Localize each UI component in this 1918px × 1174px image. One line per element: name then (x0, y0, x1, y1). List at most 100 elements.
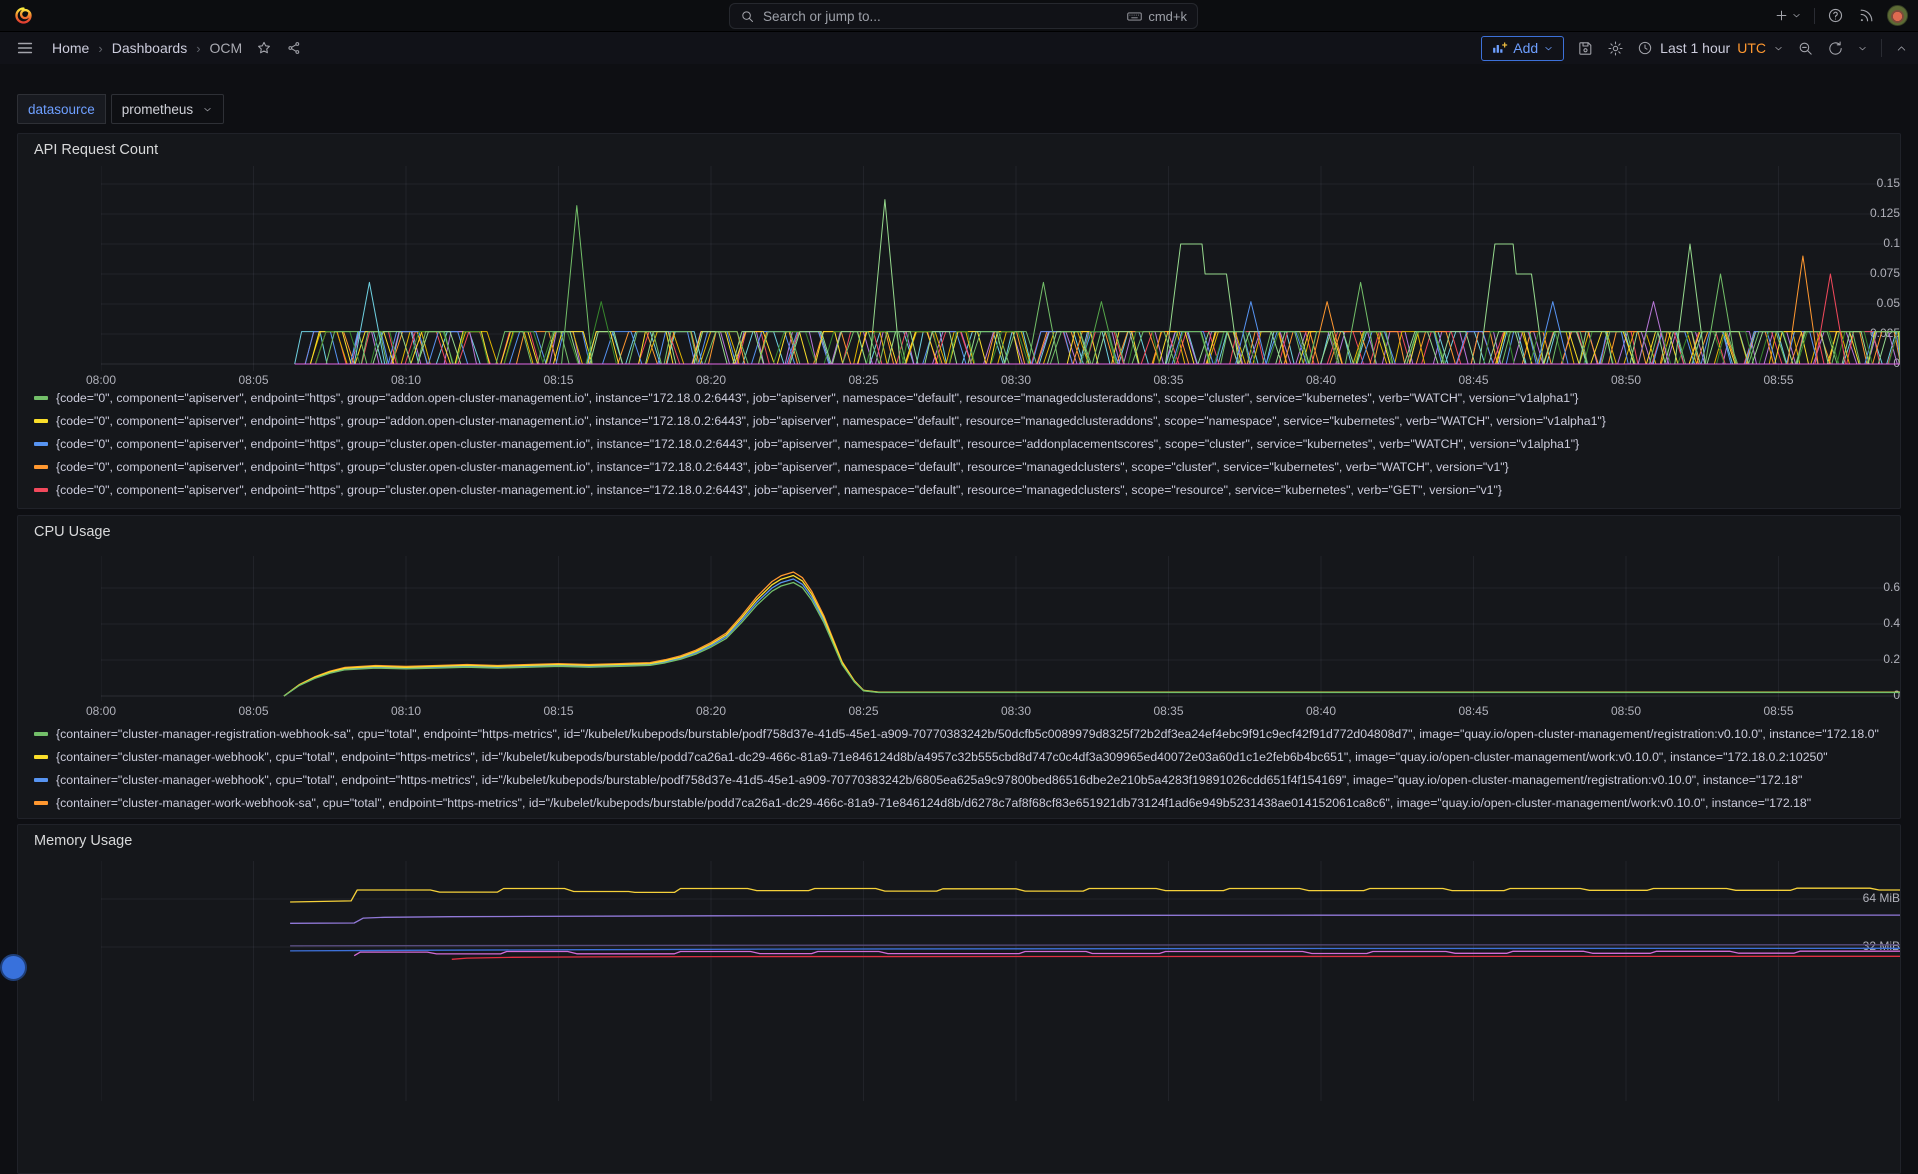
chart-canvas (101, 556, 1901, 701)
dashboard-toolbar: Home › Dashboards › OCM Add (0, 32, 1918, 64)
legend-item[interactable]: {container="cluster-manager-work-webhook… (34, 791, 1892, 814)
x-axis-tick-label: 08:05 (232, 373, 276, 387)
legend-color-marker (34, 396, 48, 400)
settings-gear-icon[interactable] (1607, 40, 1624, 57)
legend-label: {code="0", component="apiserver", endpoi… (56, 414, 1606, 428)
chart-series-line (284, 583, 1901, 697)
legend-item[interactable]: {container="cluster-manager-webhook", cp… (34, 745, 1892, 768)
x-axis-tick-label: 08:45 (1452, 373, 1496, 387)
chart-series-line (452, 956, 1901, 959)
clock-icon (1637, 40, 1653, 56)
legend-item[interactable]: {code="0", component="apiserver", endpoi… (34, 386, 1892, 409)
collapse-chevron-up-icon[interactable] (1895, 42, 1908, 55)
x-axis-tick-label: 08:15 (537, 704, 581, 718)
chart-series-line (290, 948, 1900, 951)
panel-title[interactable]: Memory Usage (34, 833, 132, 849)
x-axis-tick-label: 08:10 (384, 704, 428, 718)
share-button[interactable] (286, 40, 302, 56)
panel-memory-usage: Memory Usage 32 MiB64 MiB (17, 824, 1901, 1174)
save-dashboard-icon[interactable] (1577, 40, 1594, 57)
news-button[interactable] (1856, 5, 1877, 26)
help-icon (1827, 7, 1844, 24)
x-axis-tick-label: 08:05 (232, 704, 276, 718)
chart-series-line (562, 206, 593, 364)
add-panel-button[interactable]: Add (1481, 36, 1564, 61)
chevron-down-icon (1543, 43, 1554, 54)
add-button-label: Add (1513, 40, 1538, 56)
legend-item[interactable]: {code="0", component="apiserver", endpoi… (34, 455, 1892, 478)
chart-legend: {container="cluster-manager-registration… (34, 722, 1892, 814)
top-nav-bar: cmd+k (0, 0, 1918, 32)
refresh-icon[interactable] (1827, 40, 1844, 57)
chart-legend: {code="0", component="apiserver", endpoi… (34, 386, 1892, 501)
panel-title[interactable]: CPU Usage (34, 524, 111, 540)
chevron-down-icon (1791, 10, 1802, 21)
time-range-label: Last 1 hour (1660, 40, 1730, 56)
nav-right-actions (1772, 0, 1908, 31)
datasource-value: prometheus (122, 102, 193, 117)
legend-label: {container="cluster-manager-work-webhook… (56, 796, 1811, 810)
chart-series-line (284, 572, 1901, 696)
panel-api-request-count: API Request Count 00.0250.050.0750.10.12… (17, 133, 1901, 509)
time-range-picker[interactable]: Last 1 hour UTC (1637, 40, 1784, 56)
x-axis-tick-label: 08:50 (1604, 704, 1648, 718)
datasource-dropdown[interactable]: prometheus (111, 94, 224, 124)
search-input[interactable] (763, 9, 1118, 24)
favorite-button[interactable] (256, 40, 272, 56)
share-icon (286, 40, 302, 56)
cpu-usage-chart[interactable] (101, 556, 1901, 701)
x-axis-tick-label: 08:30 (994, 704, 1038, 718)
panel-title[interactable]: API Request Count (34, 142, 158, 158)
global-search[interactable]: cmd+k (729, 3, 1198, 29)
keyboard-icon (1126, 8, 1143, 25)
help-button[interactable] (1825, 5, 1846, 26)
legend-color-marker (34, 488, 48, 492)
legend-item[interactable]: {container="cluster-manager-registration… (34, 722, 1892, 745)
variable-row: datasource prometheus (17, 94, 1901, 124)
legend-label: {container="cluster-manager-webhook", cp… (56, 773, 1802, 787)
shortcut-label: cmd+k (1148, 9, 1187, 24)
legend-item[interactable]: {container="cluster-manager-webhook", cp… (34, 768, 1892, 791)
grafana-logo[interactable] (13, 5, 34, 26)
chart-series-line (354, 951, 1900, 956)
legend-color-marker (34, 442, 48, 446)
breadcrumb-dashboards[interactable]: Dashboards (112, 40, 188, 56)
chart-canvas (101, 166, 1901, 371)
x-axis-tick-label: 08:00 (79, 373, 123, 387)
breadcrumb-separator: › (98, 41, 102, 56)
legend-color-marker (34, 778, 48, 782)
refresh-interval-chevron-icon[interactable] (1857, 43, 1868, 54)
breadcrumb-current: OCM (210, 40, 243, 56)
toolbar-divider (1881, 39, 1882, 57)
x-axis-tick-label: 08:10 (384, 373, 428, 387)
x-axis-labels: 08:0008:0508:1008:1508:2008:2508:3008:35… (101, 704, 1901, 719)
breadcrumb-home[interactable]: Home (52, 40, 89, 56)
legend-label: {container="cluster-manager-registration… (56, 727, 1879, 741)
toolbar-right-actions: Add Last 1 hour UTC (1481, 36, 1908, 61)
legend-item[interactable]: {code="0", component="apiserver", endpoi… (34, 432, 1892, 455)
legend-color-marker (34, 755, 48, 759)
x-axis-tick-label: 08:40 (1299, 373, 1343, 387)
user-avatar[interactable] (1887, 5, 1908, 26)
chart-series-line (290, 915, 1900, 923)
legend-item[interactable]: {code="0", component="apiserver", endpoi… (34, 409, 1892, 432)
zoom-out-icon[interactable] (1797, 40, 1814, 57)
chart-series-line (1815, 274, 1846, 364)
x-axis-tick-label: 08:30 (994, 373, 1038, 387)
search-icon (740, 9, 755, 24)
memory-usage-chart[interactable] (101, 861, 1901, 1101)
api-request-count-chart[interactable] (101, 166, 1901, 371)
legend-color-marker (34, 801, 48, 805)
help-bubble[interactable] (0, 954, 27, 981)
plus-icon (1774, 8, 1789, 23)
x-axis-tick-label: 08:55 (1757, 704, 1801, 718)
legend-color-marker (34, 465, 48, 469)
x-axis-tick-label: 08:40 (1299, 704, 1343, 718)
x-axis-tick-label: 08:35 (1147, 704, 1191, 718)
new-menu-button[interactable] (1772, 6, 1804, 25)
legend-item[interactable]: {code="0", component="apiserver", endpoi… (34, 478, 1892, 501)
nav-divider (1814, 8, 1815, 24)
chart-series-line (284, 579, 1901, 696)
x-axis-tick-label: 08:20 (689, 704, 733, 718)
menu-icon[interactable] (16, 39, 34, 57)
